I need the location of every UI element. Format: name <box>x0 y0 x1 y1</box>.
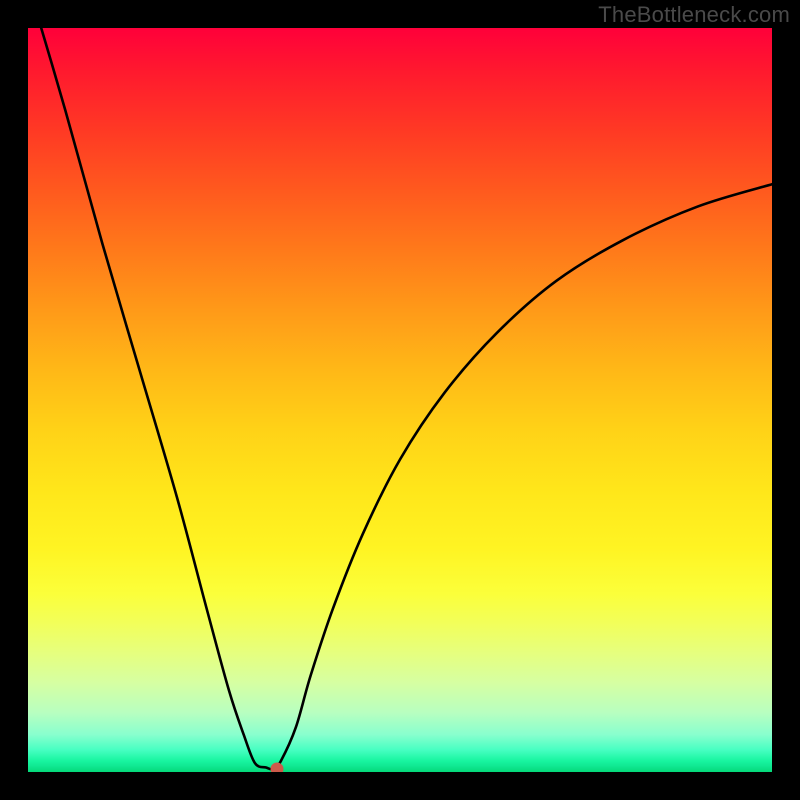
watermark-text: TheBottleneck.com <box>598 2 790 28</box>
optimal-point-marker <box>271 763 284 772</box>
chart-frame: TheBottleneck.com <box>0 0 800 800</box>
bottleneck-curve <box>28 28 772 772</box>
plot-area <box>28 28 772 772</box>
curve-path <box>28 28 772 769</box>
